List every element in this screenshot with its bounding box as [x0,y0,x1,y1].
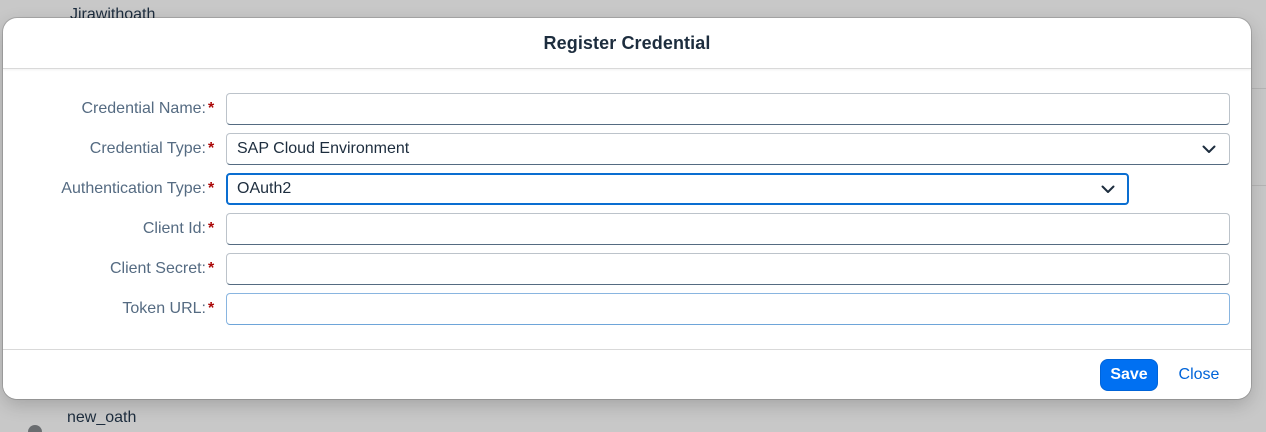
required-marker: * [208,180,215,197]
background-list-item: new_oath [67,409,137,426]
form-row-credential-name: Credential Name: * [3,93,1251,125]
required-marker: * [208,260,215,277]
required-marker: * [208,100,215,117]
form-row-credential-type: Credential Type: * SAP Cloud Environment [3,133,1251,165]
background-divider [1252,88,1266,89]
background-item-icon [28,425,42,432]
chevron-down-icon[interactable] [1100,181,1116,197]
required-marker: * [208,300,215,317]
credential-type-select[interactable]: SAP Cloud Environment [226,133,1230,165]
client-secret-input[interactable] [226,253,1230,285]
register-credential-dialog: Register Credential Credential Name: * C… [3,18,1251,399]
authentication-type-label: Authentication Type: [61,180,206,197]
client-secret-label: Client Secret: [109,260,206,277]
dialog-footer: Save Close [3,349,1251,399]
client-id-label: Client Id: [142,220,206,237]
credential-type-label: Credential Type: [89,140,206,157]
form-row-authentication-type: Authentication Type: * OAuth2 [3,173,1251,205]
form-row-token-url: Token URL: * [3,293,1251,325]
token-url-input[interactable] [226,293,1230,325]
dialog-header: Register Credential [3,18,1251,69]
credential-name-label: Credential Name: [81,100,207,117]
credential-form: Credential Name: * Credential Type: * SA… [3,69,1251,349]
chevron-down-icon[interactable] [1201,141,1217,157]
credential-type-selected-value: SAP Cloud Environment [237,140,410,157]
dialog-title: Register Credential [543,32,711,53]
authentication-type-select[interactable]: OAuth2 [226,173,1129,205]
save-button[interactable]: Save [1100,359,1158,391]
authentication-type-selected-value: OAuth2 [237,180,292,197]
form-row-client-id: Client Id: * [3,213,1251,245]
background-divider [1252,185,1266,186]
token-url-label: Token URL: [122,300,206,317]
credential-name-input[interactable] [226,93,1230,125]
close-button[interactable]: Close [1167,359,1231,391]
required-marker: * [208,220,215,237]
client-id-input[interactable] [226,213,1230,245]
required-marker: * [208,140,215,157]
form-row-client-secret: Client Secret: * [3,253,1251,285]
